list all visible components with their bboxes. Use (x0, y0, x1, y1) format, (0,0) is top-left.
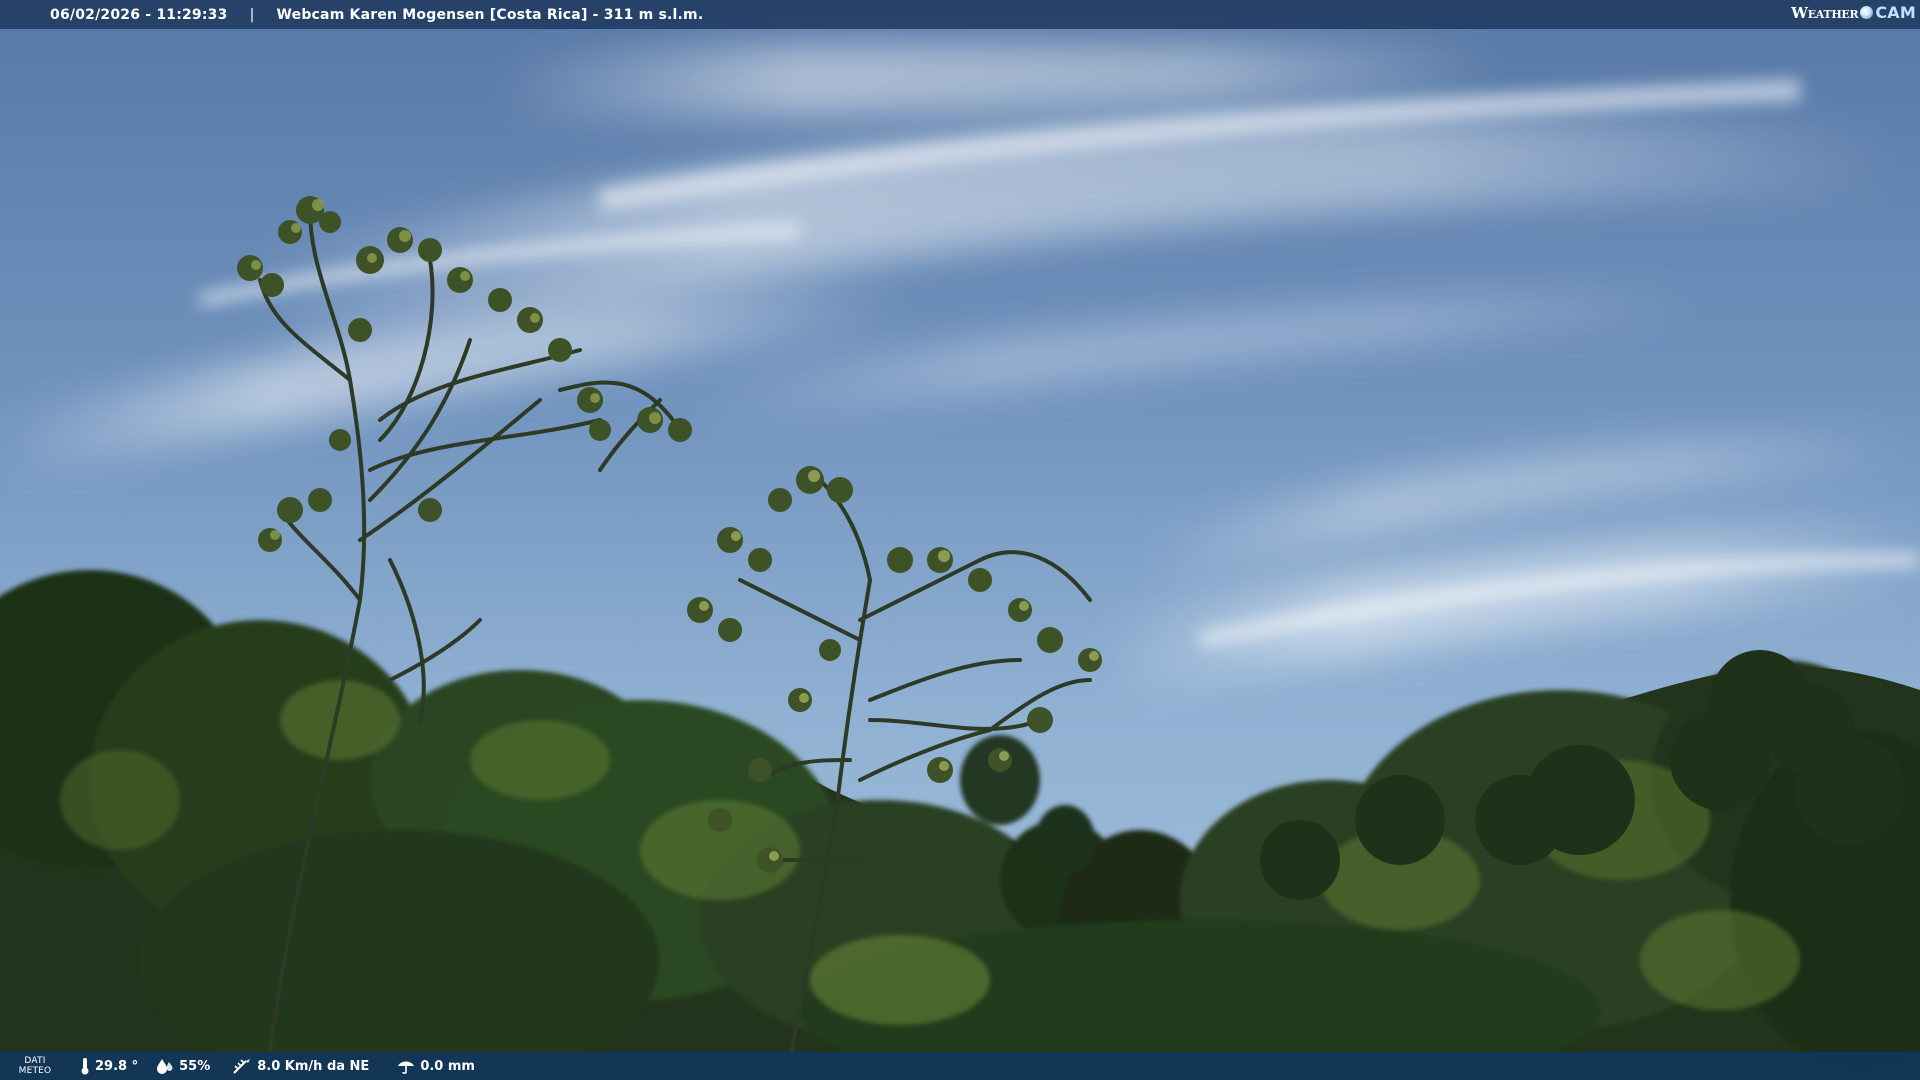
brand-weather: Weather (1791, 3, 1859, 22)
webcam-frame: 06/02/2026 - 11:29:33 | Webcam Karen Mog… (0, 0, 1920, 1080)
thermometer-icon (81, 1058, 89, 1075)
humidity-reading: 55% (156, 1058, 210, 1074)
rain-value: 0.0 mm (420, 1058, 475, 1074)
rain-gauge-icon (398, 1061, 415, 1074)
weather-data-bar: DATI METEO 29.8 ° 55% 8.0 Km/h da NE 0.0… (0, 1052, 1920, 1080)
wind-reading: 8.0 Km/h da NE (232, 1057, 369, 1075)
webcam-title: Webcam Karen Mogensen [Costa Rica] - 311… (276, 6, 704, 23)
separator: | (249, 6, 255, 23)
rain-reading: 0.0 mm (397, 1058, 475, 1074)
webcam-image (0, 0, 1920, 1080)
timestamp: 06/02/2026 - 11:29:33 (50, 6, 228, 23)
dati-meteo-label: DATI METEO (18, 1056, 52, 1076)
wind-value: 8.0 Km/h da NE (257, 1058, 370, 1074)
temperature-value: 29.8 ° (95, 1058, 139, 1074)
brand-cam: CAM (1875, 3, 1916, 22)
globe-icon (1860, 6, 1874, 19)
wind-icon (233, 1059, 251, 1074)
top-info-bar: 06/02/2026 - 11:29:33 | Webcam Karen Mog… (0, 0, 1920, 29)
temperature-reading: 29.8 ° (80, 1057, 138, 1075)
weathercam-logo: Weather CAM (1791, 3, 1916, 22)
humidity-drop-icon (157, 1059, 173, 1074)
humidity-value: 55% (179, 1058, 211, 1074)
